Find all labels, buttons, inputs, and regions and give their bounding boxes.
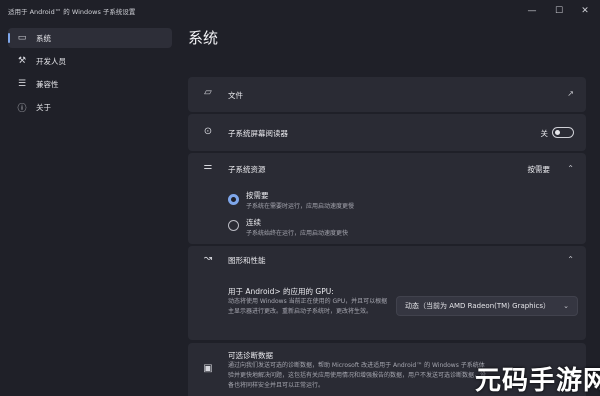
radio-on-demand[interactable] [228,194,239,205]
files-label: 文件 [228,91,243,100]
active-indicator [8,33,10,43]
option-desc: 子系统在需要时运行，应用启动速度更慢 [246,203,355,210]
screen-reader-toggle[interactable] [552,127,574,138]
graphics-card: ↝ 图形和性能 ⌃ 用于 Android> 的应用的 GPU: 动态将使用 Wi… [188,246,586,340]
info-icon: ⓘ [17,103,27,114]
gpu-desc: 动态将使用 Windows 当前正在使用的 GPU，并且可以根据主显示器进行更改… [228,298,388,315]
option-title: 按需要 [246,191,269,200]
maximize-button[interactable]: ☐ [551,4,567,18]
gpu-select[interactable]: 动态（当前为 AMD Radeon(TM) Graphics） ⌄ [396,296,578,316]
diagnostics-label: 可选诊断数据 [228,351,273,360]
diagnostics-desc: 通过向我们发送可选的诊断数据，帮助 Microsoft 改进适用于 Androi… [228,362,487,389]
option-desc: 子系统始终在运行，应用启动速度更快 [246,230,349,237]
graphics-icon: ↝ [203,253,213,264]
chevron-down-icon: ⌄ [563,302,569,310]
sidebar-item-label: 兼容性 [36,79,59,89]
page-title: 系统 [188,29,219,47]
close-button[interactable]: ✕ [577,4,593,18]
sidebar-item-label: 系统 [36,33,51,43]
minimize-button[interactable]: — [524,4,540,18]
accessibility-icon: ⊙ [203,126,213,137]
resources-label: 子系统资源 [228,165,266,174]
toggle-knob [555,130,560,135]
files-card[interactable]: ▱ 文件 ↗ [188,77,586,112]
developer-icon: ⚒ [17,56,27,66]
sidebar-item-compatibility[interactable]: ☰ 兼容性 [8,74,172,94]
title-bar: 适用于 Android™ 的 Windows 子系统设置 — ☐ ✕ [0,0,600,22]
toggle-state-label: 关 [540,129,549,138]
sidebar-item-label: 关于 [36,102,51,112]
option-title: 连续 [246,218,261,227]
radio-continuous[interactable] [228,220,239,231]
external-link-icon[interactable]: ↗ [567,89,574,98]
sidebar: ▭ 系统 ⚒ 开发人员 ☰ 兼容性 ⓘ 关于 [0,24,178,396]
chevron-up-icon[interactable]: ⌃ [567,164,574,173]
gpu-selected-value: 动态（当前为 AMD Radeon(TM) Graphics） [405,302,551,310]
sidebar-item-label: 开发人员 [36,56,66,66]
sliders-icon: ⚌ [203,161,213,172]
screen-reader-label: 子系统屏幕阅读器 [228,129,288,138]
sidebar-item-developer[interactable]: ⚒ 开发人员 [8,51,172,71]
graphics-label: 图形和性能 [228,256,266,265]
watermark-logo: 元码手游网 [475,366,600,396]
diagnostics-icon: ▣ [203,363,213,374]
window-title: 适用于 Android™ 的 Windows 子系统设置 [8,8,136,16]
sliders-icon: ☰ [17,79,27,89]
sidebar-item-system[interactable]: ▭ 系统 [8,28,172,48]
resources-value: 按需要 [527,165,551,174]
screen-reader-card: ⊙ 子系统屏幕阅读器 关 [188,114,586,151]
folder-icon: ▱ [204,87,212,98]
sidebar-item-about[interactable]: ⓘ 关于 [8,97,172,117]
gpu-title: 用于 Android> 的应用的 GPU: [228,287,334,296]
resources-card: ⚌ 子系统资源 按需要 ⌃ 按需要 子系统在需要时运行，应用启动速度更慢 连续 … [188,153,586,244]
monitor-icon: ▭ [17,33,27,43]
chevron-up-icon[interactable]: ⌃ [567,255,574,264]
